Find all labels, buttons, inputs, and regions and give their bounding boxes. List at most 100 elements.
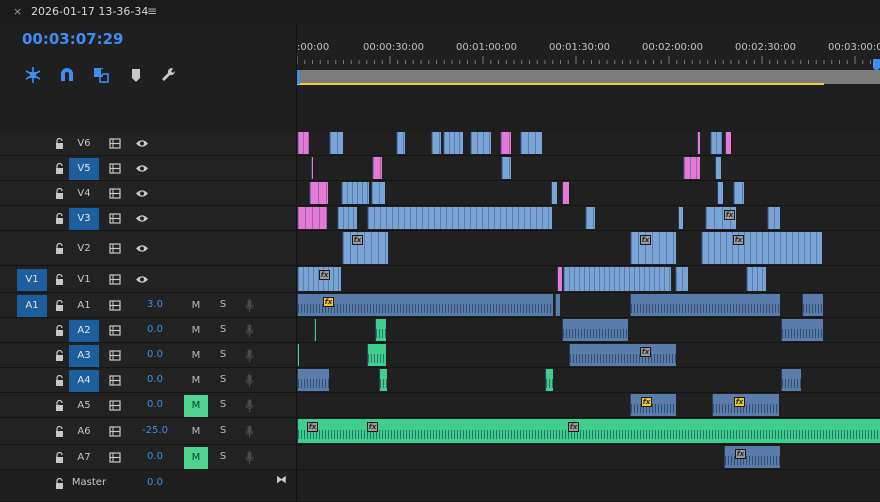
video-clip[interactable] [767, 207, 780, 229]
timeline-settings-wrench-icon[interactable] [159, 65, 179, 85]
video-clip[interactable] [309, 182, 328, 204]
fx-badge[interactable]: fx [724, 210, 735, 220]
video-clip[interactable] [746, 267, 766, 291]
track-target-a1[interactable]: A1 [69, 295, 99, 317]
close-tab-icon[interactable]: × [13, 5, 22, 18]
track-volume[interactable]: -25.0 [135, 425, 175, 436]
track-target-v6[interactable]: V6 [69, 133, 99, 155]
video-clip[interactable] [563, 267, 671, 291]
audio-track-lane[interactable]: fx fx fx [297, 418, 880, 445]
track-lock-icon[interactable] [55, 399, 64, 411]
audio-clip[interactable] [297, 344, 299, 366]
track-volume[interactable]: 0.0 [135, 324, 175, 335]
track-lock-icon[interactable] [55, 273, 64, 285]
video-clip[interactable] [500, 132, 511, 154]
video-track-lane[interactable] [297, 131, 880, 156]
sync-lock-icon[interactable] [109, 349, 121, 361]
track-lock-icon[interactable] [55, 212, 64, 224]
audio-clip[interactable] [562, 319, 628, 341]
fx-badge[interactable]: fx [735, 449, 746, 459]
audio-clip[interactable] [367, 344, 386, 366]
video-clip[interactable] [678, 207, 683, 229]
fx-badge[interactable]: fx [352, 235, 363, 245]
fx-badge[interactable]: fx [568, 422, 579, 432]
track-lock-icon[interactable] [55, 187, 64, 199]
time-ruler[interactable]: :00:00 00:00:30:00 00:01:00:00 00:01:30:00 0… [297, 24, 880, 86]
track-target-a2[interactable]: A2 [69, 319, 99, 342]
audio-clip[interactable] [375, 319, 386, 341]
video-clip[interactable] [443, 132, 463, 154]
track-target-a7[interactable]: A7 [69, 447, 99, 469]
voice-over-record-icon[interactable] [245, 324, 254, 338]
video-clip[interactable] [297, 207, 327, 229]
track-lock-icon[interactable] [55, 162, 64, 174]
track-lock-icon[interactable] [55, 478, 64, 489]
audio-clip[interactable] [802, 294, 823, 316]
audio-clip[interactable] [314, 319, 316, 341]
sync-lock-icon[interactable] [109, 242, 121, 254]
solo-button[interactable]: S [215, 451, 231, 462]
video-clip[interactable] [342, 232, 388, 264]
audio-clip[interactable] [781, 369, 801, 391]
video-track-lane[interactable] [297, 156, 880, 181]
audio-clip[interactable] [630, 394, 676, 416]
fx-badge[interactable]: fx [641, 397, 652, 407]
fx-badge[interactable]: fx [323, 297, 334, 307]
audio-clip[interactable] [555, 294, 560, 316]
audio-track-lane[interactable]: fx [297, 343, 880, 368]
video-clip[interactable] [675, 267, 688, 291]
voice-over-record-icon[interactable] [245, 451, 254, 465]
mute-button[interactable]: M [184, 320, 208, 342]
video-track-lane[interactable]: fx [297, 206, 880, 231]
solo-button[interactable]: S [215, 324, 231, 335]
track-lock-icon[interactable] [55, 451, 64, 463]
playhead-timecode[interactable]: 00:03:07:29 [22, 30, 124, 48]
mute-button[interactable]: M [184, 446, 208, 469]
sequence-tab-title[interactable]: 2026-01-17 13-36-34 [31, 5, 148, 18]
video-clip[interactable] [372, 157, 382, 179]
video-clip[interactable] [717, 182, 723, 204]
mute-button[interactable]: M [184, 345, 208, 367]
snap-magnet-icon[interactable] [57, 65, 77, 85]
fx-badge[interactable]: fx [367, 422, 378, 432]
video-clip[interactable] [683, 157, 700, 179]
audio-clip[interactable] [724, 446, 780, 468]
video-clip[interactable] [431, 132, 441, 154]
video-clip[interactable] [337, 207, 357, 229]
fx-badge[interactable]: fx [319, 270, 330, 280]
insert-nest-icon[interactable] [23, 65, 43, 85]
go-to-end-icon[interactable]: ⧓ [276, 473, 287, 486]
track-lock-icon[interactable] [55, 324, 64, 336]
sync-lock-icon[interactable] [109, 137, 121, 149]
source-patch-a1[interactable]: A1 [17, 294, 47, 317]
track-lock-icon[interactable] [55, 374, 64, 386]
sync-lock-icon[interactable] [109, 273, 121, 285]
audio-clip[interactable] [630, 294, 780, 316]
voice-over-record-icon[interactable] [245, 374, 254, 388]
track-volume[interactable]: 0.0 [135, 349, 175, 360]
audio-track-lane[interactable] [297, 368, 880, 393]
video-track-lane[interactable]: fx fx fx [297, 231, 880, 266]
fx-badge[interactable]: fx [307, 422, 318, 432]
fx-badge[interactable]: fx [734, 397, 745, 407]
video-clip[interactable] [396, 132, 405, 154]
track-volume[interactable]: 0.0 [135, 374, 175, 385]
track-target-a5[interactable]: A5 [69, 395, 99, 417]
sync-lock-icon[interactable] [109, 425, 121, 437]
track-target-v2[interactable]: V2 [69, 238, 99, 260]
sync-lock-icon[interactable] [109, 299, 121, 311]
toggle-output-eye-icon[interactable] [135, 189, 149, 198]
video-clip[interactable] [697, 132, 700, 154]
video-clip[interactable] [367, 207, 552, 229]
fx-badge[interactable]: fx [733, 235, 744, 245]
video-clip[interactable] [371, 182, 385, 204]
toggle-output-eye-icon[interactable] [135, 214, 149, 223]
video-clip[interactable] [311, 157, 313, 179]
audio-clip[interactable] [379, 369, 387, 391]
mute-button[interactable]: M [184, 295, 208, 317]
video-clip[interactable] [341, 182, 369, 204]
toggle-output-eye-icon[interactable] [135, 244, 149, 253]
video-track-lane[interactable]: fx [297, 266, 880, 293]
toggle-output-eye-icon[interactable] [135, 164, 149, 173]
mute-button[interactable]: M [184, 370, 208, 392]
